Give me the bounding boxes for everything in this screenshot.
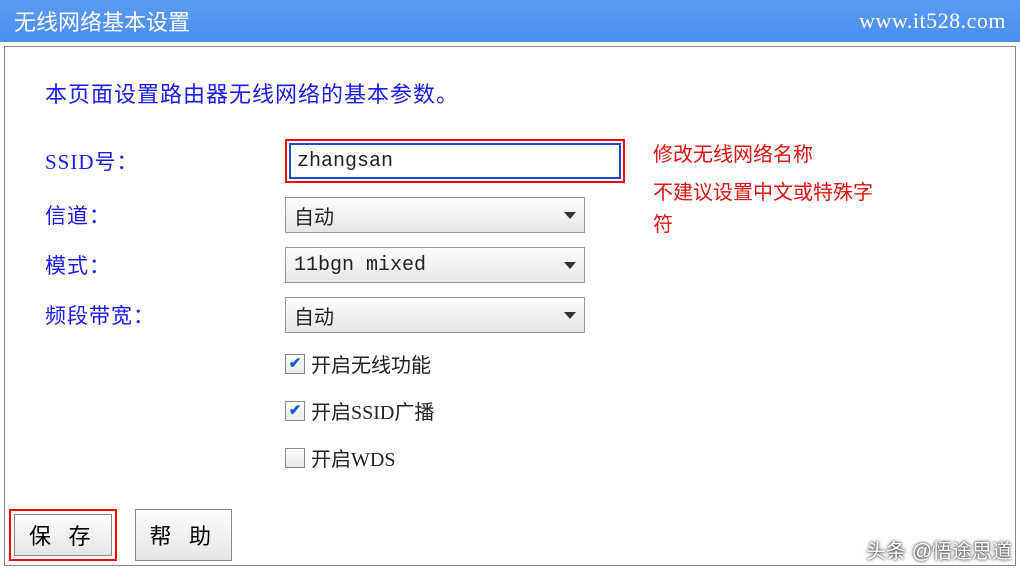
ssid-input-highlight bbox=[285, 139, 625, 183]
ssid-broadcast-checkbox[interactable]: ✔ bbox=[285, 401, 305, 421]
channel-select-value: 自动 bbox=[294, 201, 334, 230]
annotation-block: 修改无线网络名称 不建议设置中文或特殊字符 bbox=[653, 139, 883, 241]
ssid-label: SSID号： bbox=[45, 146, 285, 176]
wds-row[interactable]: 开启WDS bbox=[285, 441, 625, 474]
chevron-down-icon bbox=[564, 212, 576, 219]
chevron-down-icon bbox=[564, 312, 576, 319]
channel-select[interactable]: 自动 bbox=[285, 197, 585, 233]
wireless-enable-row[interactable]: ✔ 开启无线功能 bbox=[285, 347, 625, 380]
save-button[interactable]: 保 存 bbox=[14, 514, 112, 556]
ssid-input[interactable] bbox=[289, 143, 621, 179]
bandwidth-select[interactable]: 自动 bbox=[285, 297, 585, 333]
watermark: 头条 @悟途思道 bbox=[866, 535, 1012, 564]
intro-text: 本页面设置路由器无线网络的基本参数。 bbox=[45, 77, 975, 109]
annotation-line2: 不建议设置中文或特殊字符 bbox=[653, 177, 883, 241]
wireless-checkbox-label: 开启无线功能 bbox=[311, 349, 431, 378]
wireless-checkbox[interactable]: ✔ bbox=[285, 354, 305, 374]
button-bar: 保 存 帮 助 bbox=[9, 509, 232, 561]
chevron-down-icon bbox=[564, 262, 576, 269]
ssid-broadcast-label: 开启SSID广播 bbox=[311, 396, 434, 425]
help-button[interactable]: 帮 助 bbox=[135, 509, 233, 561]
settings-form: SSID号： 信道： 自动 模式： 11bgn mixed 频段带宽： 自动 ✔ bbox=[45, 139, 625, 474]
page-title: 无线网络基本设置 bbox=[14, 5, 190, 37]
save-button-highlight: 保 存 bbox=[9, 509, 117, 561]
bandwidth-label: 频段带宽： bbox=[45, 300, 285, 330]
title-bar: 无线网络基本设置 www.it528.com bbox=[0, 0, 1020, 42]
bandwidth-select-value: 自动 bbox=[294, 301, 334, 330]
channel-label: 信道： bbox=[45, 200, 285, 230]
annotation-line1: 修改无线网络名称 bbox=[653, 139, 883, 171]
wds-label: 开启WDS bbox=[311, 443, 395, 472]
mode-select[interactable]: 11bgn mixed bbox=[285, 247, 585, 283]
mode-label: 模式： bbox=[45, 250, 285, 280]
main-panel: 本页面设置路由器无线网络的基本参数。 SSID号： 信道： 自动 模式： 11b… bbox=[4, 46, 1016, 566]
wds-checkbox[interactable] bbox=[285, 448, 305, 468]
ssid-broadcast-row[interactable]: ✔ 开启SSID广播 bbox=[285, 394, 625, 427]
site-url: www.it528.com bbox=[859, 8, 1006, 34]
mode-select-value: 11bgn mixed bbox=[294, 254, 426, 277]
